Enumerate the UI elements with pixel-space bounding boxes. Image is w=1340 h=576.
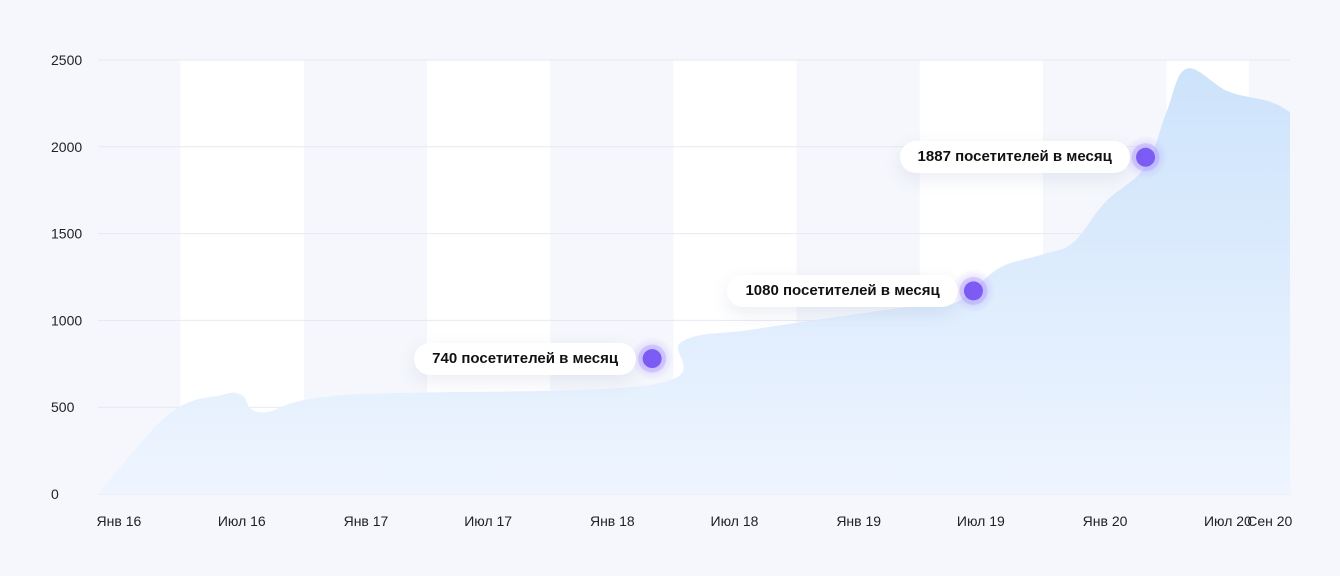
y-tick-label: 2000 xyxy=(51,139,82,155)
data-marker xyxy=(642,349,662,369)
y-tick-label: 1500 xyxy=(51,226,82,242)
x-tick-label: Июл 20 xyxy=(1204,513,1252,529)
chart: 0 500 1000 1500 2000 2500 Янв 16 Июл 16 Янв 17 И… xyxy=(0,0,1340,576)
x-tick-label: Янв 18 xyxy=(590,513,635,529)
x-tick-label: Июл 19 xyxy=(957,513,1005,529)
annotation-callout: 1887 посетителей в месяц xyxy=(899,141,1130,174)
x-tick-label: Янв 16 xyxy=(97,513,142,529)
annotation-callout: 1080 посетителей в месяц xyxy=(727,274,958,307)
x-tick-label: Июл 18 xyxy=(711,513,759,529)
x-tick-label: Янв 20 xyxy=(1083,513,1128,529)
y-tick-label: 500 xyxy=(51,399,75,415)
data-marker xyxy=(963,281,983,301)
x-tick-label: Янв 17 xyxy=(344,513,389,529)
y-tick-label: 1000 xyxy=(51,312,82,328)
x-tick-label: Июл 17 xyxy=(464,513,512,529)
x-tick-label: Сен 20 xyxy=(1247,513,1292,529)
y-tick-label: 0 xyxy=(51,486,59,502)
x-tick-label: Июл 16 xyxy=(218,513,266,529)
annotation-callout: 740 посетителей в месяц xyxy=(414,342,637,375)
data-marker xyxy=(1136,147,1156,167)
x-tick-label: Янв 19 xyxy=(836,513,881,529)
y-tick-label: 2500 xyxy=(51,52,82,68)
area-chart: 0 500 1000 1500 2000 2500 Янв 16 Июл 16 Янв 17 И… xyxy=(51,52,1293,529)
